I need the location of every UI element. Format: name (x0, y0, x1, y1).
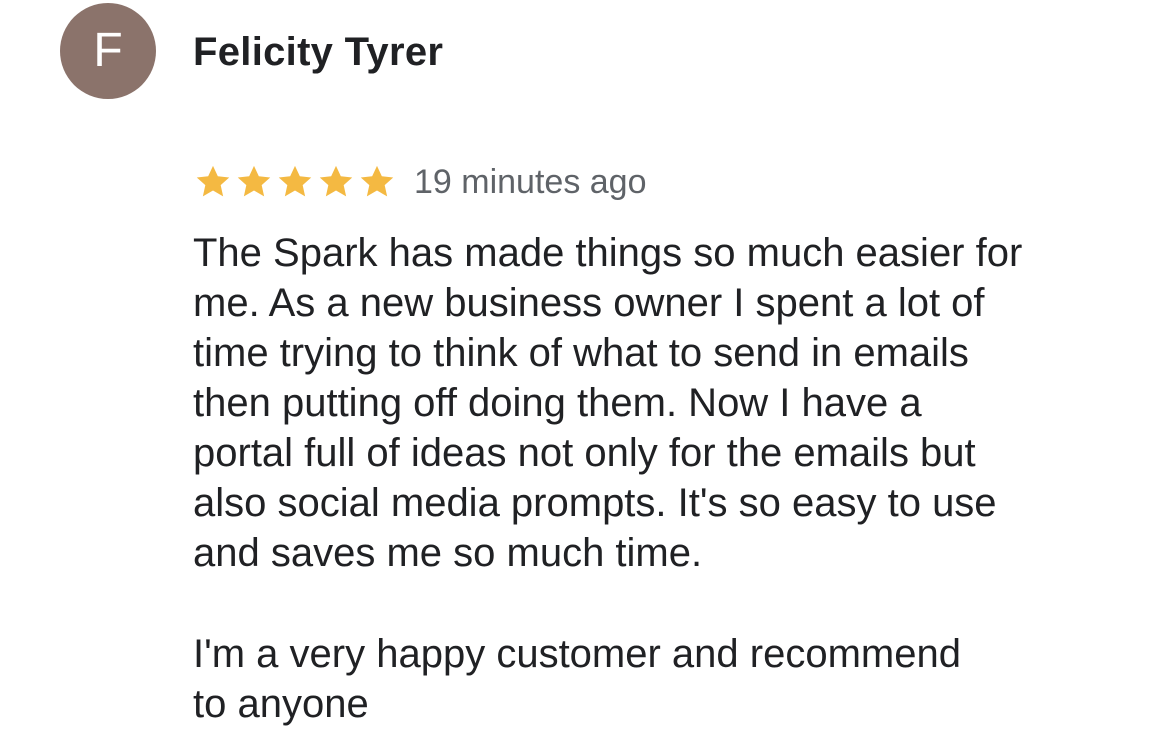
star-icon (196, 165, 230, 197)
avatar-initial: F (93, 24, 123, 77)
reviewer-name[interactable]: Felicity Tyrer (193, 28, 443, 76)
review-text-closing: I'm a very happy customer and recommend … (193, 632, 961, 726)
avatar[interactable]: F (60, 3, 156, 99)
rating-row: 19 minutes ago (193, 159, 647, 205)
star-icon (237, 165, 271, 197)
star-icon (360, 165, 394, 197)
review-card: F Felicity Tyrer 19 minutes ago The Spar… (0, 0, 1170, 749)
star-rating (193, 163, 398, 201)
review-timestamp: 19 minutes ago (414, 163, 647, 201)
review-text: The Spark has made things so much easier… (193, 231, 1023, 575)
star-icon (319, 165, 353, 197)
star-icon (278, 165, 312, 197)
